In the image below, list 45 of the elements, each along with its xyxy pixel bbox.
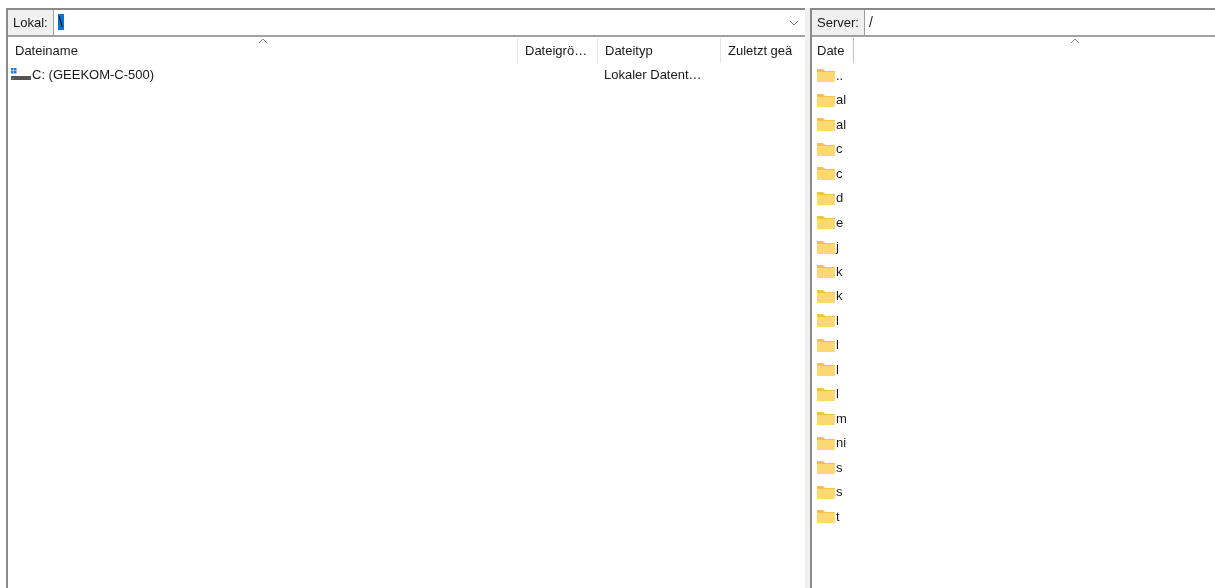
file-name[interactable]: al — [836, 90, 847, 110]
file-name[interactable]: e — [836, 212, 844, 232]
folder-icon — [817, 337, 835, 352]
folder-icon — [817, 386, 835, 401]
file-name[interactable]: ni — [836, 433, 847, 453]
file-name[interactable]: l — [836, 384, 839, 404]
table-cell: Lokaler Datent… — [604, 67, 702, 83]
dropdown-caret-icon[interactable] — [789, 19, 799, 26]
file-name[interactable]: l — [836, 359, 839, 379]
file-name[interactable]: s — [836, 482, 843, 502]
folder-icon — [817, 141, 835, 156]
folder-icon — [817, 190, 835, 205]
file-name[interactable]: al — [836, 114, 847, 134]
folder-icon — [817, 460, 835, 475]
folder-icon — [817, 362, 835, 377]
file-name[interactable]: l — [836, 335, 839, 355]
file-name[interactable]: .. — [836, 65, 844, 85]
address-label: Lokal: — [8, 10, 54, 35]
file-name[interactable]: k — [836, 261, 843, 281]
file-name[interactable]: C: (GEEKOM-C-500) — [32, 65, 155, 85]
column-header[interactable]: Date — [812, 38, 854, 63]
file-name[interactable]: s — [836, 457, 843, 477]
drive-icon — [11, 68, 31, 82]
file-name[interactable]: t — [836, 506, 840, 526]
file-name[interactable]: j — [836, 237, 839, 257]
folder-icon — [817, 215, 835, 230]
folder-icon — [817, 239, 835, 254]
folder-icon — [817, 435, 835, 450]
folder-icon — [817, 484, 835, 499]
folder-icon — [817, 117, 835, 132]
file-name[interactable]: l — [836, 310, 839, 330]
folder-icon — [817, 92, 835, 107]
folder-icon — [817, 166, 835, 181]
file-name[interactable]: k — [836, 286, 843, 306]
folder-icon — [817, 509, 835, 524]
file-name[interactable]: m — [836, 408, 847, 428]
folder-icon — [817, 411, 835, 426]
file-name[interactable]: c — [836, 139, 843, 159]
file-name[interactable]: d — [836, 188, 844, 208]
folder-icon — [817, 68, 835, 83]
address-label: Server: — [812, 10, 865, 35]
folder-icon — [817, 313, 835, 328]
file-name[interactable]: c — [836, 163, 843, 183]
folder-icon — [817, 264, 835, 279]
folder-icon — [817, 288, 835, 303]
